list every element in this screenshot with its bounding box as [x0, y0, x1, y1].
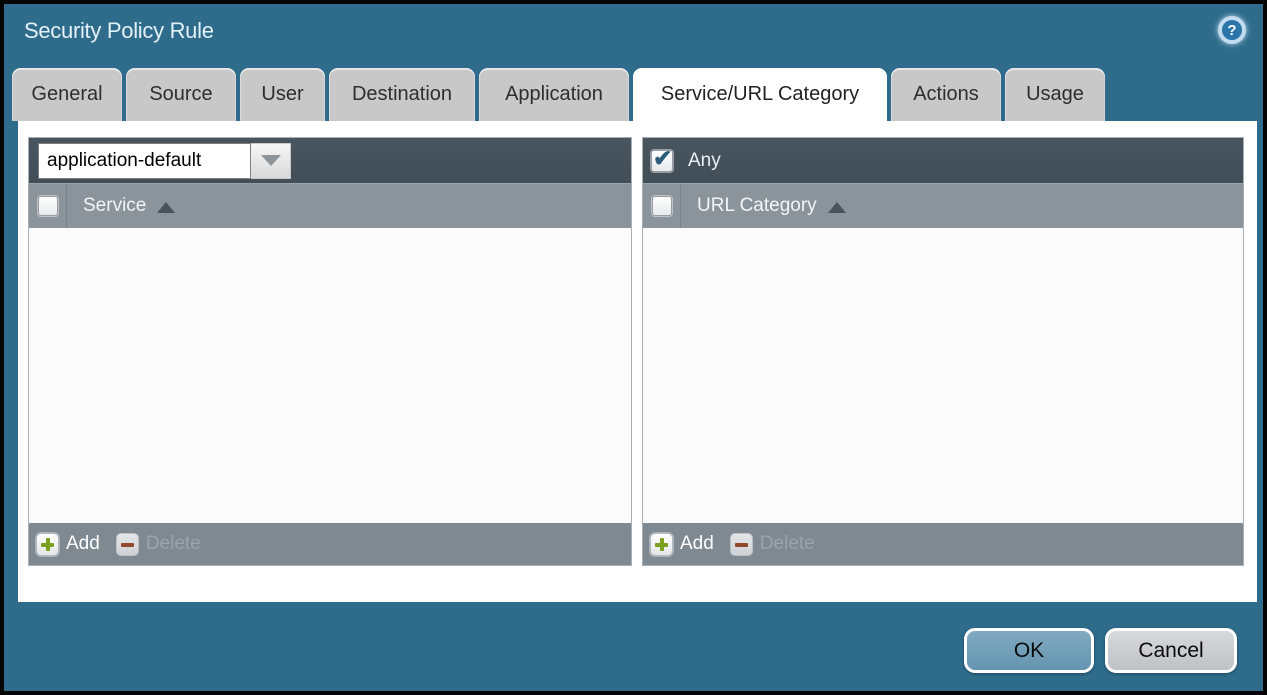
tab-general[interactable]: General — [12, 68, 122, 121]
url-category-column-label: URL Category — [697, 195, 817, 217]
plus-icon — [650, 533, 673, 556]
url-category-column-header[interactable]: URL Category — [681, 184, 846, 228]
service-add-button[interactable]: Add — [36, 533, 100, 556]
tab-label: Actions — [913, 83, 979, 106]
service-footer: Add Delete — [29, 523, 631, 565]
chevron-down-icon — [261, 155, 281, 166]
tab-label: Usage — [1026, 83, 1084, 106]
service-dropdown-button[interactable] — [251, 143, 291, 179]
plus-icon — [36, 533, 59, 556]
tab-label: Source — [149, 83, 212, 106]
url-category-table-body — [643, 228, 1243, 523]
url-category-panel: Any URL Category Add — [642, 137, 1244, 566]
url-category-delete-button[interactable]: Delete — [730, 533, 815, 556]
tab-label: User — [261, 83, 303, 106]
cancel-button[interactable]: Cancel — [1105, 628, 1237, 673]
service-column-label: Service — [83, 195, 146, 217]
url-category-select-all-checkbox[interactable] — [652, 196, 672, 216]
tab-user[interactable]: User — [240, 68, 325, 121]
any-checkbox[interactable] — [651, 150, 673, 172]
url-category-add-button[interactable]: Add — [650, 533, 714, 556]
minus-icon — [116, 533, 139, 556]
service-toolbar — [29, 138, 631, 183]
tab-label: Service/URL Category — [661, 83, 859, 106]
tab-application[interactable]: Application — [479, 68, 629, 121]
service-combobox — [38, 143, 291, 179]
service-select-all-checkbox[interactable] — [38, 196, 58, 216]
tab-label: Application — [505, 83, 603, 106]
url-category-select-all-cell — [643, 184, 681, 228]
add-button-label: Add — [680, 533, 714, 555]
help-icon[interactable]: ? — [1218, 16, 1246, 44]
ok-button[interactable]: OK — [964, 628, 1094, 673]
security-policy-rule-dialog: Security Policy Rule ? General Source Us… — [0, 0, 1267, 695]
service-column-header[interactable]: Service — [67, 184, 175, 228]
service-dropdown-input[interactable] — [38, 143, 251, 179]
tab-label: General — [31, 83, 102, 106]
service-table-body — [29, 228, 631, 523]
minus-icon — [730, 533, 753, 556]
sort-ascending-icon — [157, 202, 175, 213]
service-table-header: Service — [29, 183, 631, 228]
service-select-all-cell — [29, 184, 67, 228]
service-delete-button[interactable]: Delete — [116, 533, 201, 556]
tab-destination[interactable]: Destination — [329, 68, 475, 121]
any-label: Any — [688, 150, 721, 172]
url-category-footer: Add Delete — [643, 523, 1243, 565]
tab-service-url-category[interactable]: Service/URL Category — [633, 68, 887, 121]
add-button-label: Add — [66, 533, 100, 555]
delete-button-label: Delete — [146, 533, 201, 555]
dialog-title: Security Policy Rule — [24, 18, 214, 44]
tab-source[interactable]: Source — [126, 68, 236, 121]
delete-button-label: Delete — [760, 533, 815, 555]
tab-bar: General Source User Destination Applicat… — [12, 68, 1105, 121]
tab-usage[interactable]: Usage — [1005, 68, 1105, 121]
any-row: Any — [643, 150, 721, 172]
url-category-table-header: URL Category — [643, 183, 1243, 228]
service-panel: Service Add Delete — [28, 137, 632, 566]
tab-label: Destination — [352, 83, 452, 106]
tab-content-area: Service Add Delete — [18, 121, 1257, 602]
sort-ascending-icon — [828, 202, 846, 213]
url-category-toolbar: Any — [643, 138, 1243, 183]
tab-actions[interactable]: Actions — [891, 68, 1001, 121]
